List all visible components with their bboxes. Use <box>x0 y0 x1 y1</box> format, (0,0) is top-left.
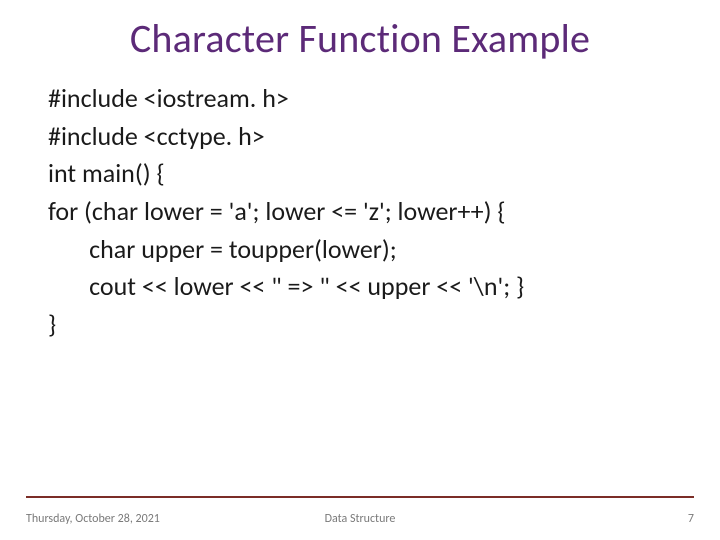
code-line: char upper = toupper(lower); <box>48 231 672 269</box>
footer-center: Data Structure <box>26 512 694 526</box>
footer: Thursday, October 28, 2021 Data Structur… <box>26 504 694 526</box>
slide: Character Function Example #include <ios… <box>0 0 720 540</box>
code-line: int main() { <box>48 155 672 193</box>
code-line: cout << lower << " => " << upper << '\n'… <box>48 268 672 306</box>
footer-page-number: 7 <box>688 512 694 526</box>
slide-title: Character Function Example <box>0 14 720 63</box>
code-line: #include <cctype. h> <box>48 118 672 156</box>
code-block: #include <iostream. h> #include <cctype.… <box>48 80 672 344</box>
code-line: for (char lower = 'a'; lower <= 'z'; low… <box>48 193 672 231</box>
code-line: } <box>48 306 672 344</box>
footer-divider <box>26 496 694 498</box>
code-line: #include <iostream. h> <box>48 80 672 118</box>
